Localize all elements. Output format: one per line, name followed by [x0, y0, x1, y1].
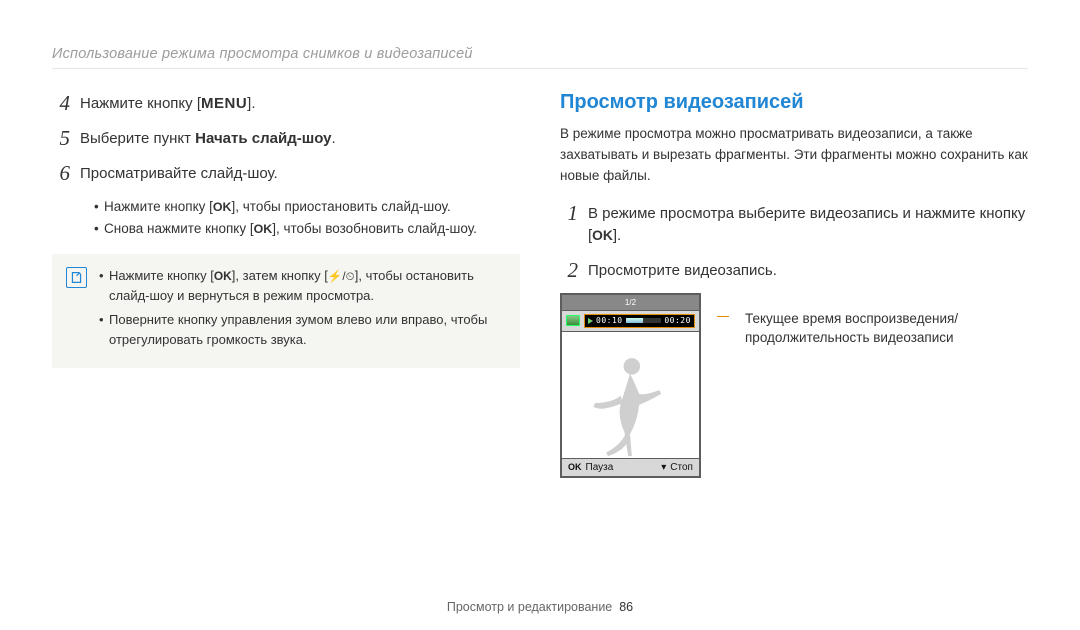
player-titlebar: 1/2: [562, 295, 699, 311]
sub-bullets: Нажмите кнопку [OK], чтобы приостановить…: [52, 196, 520, 240]
step-text: Просмотрите видеозапись.: [588, 260, 777, 283]
note-list: Нажмите кнопку [OK], затем кнопку [⚡/⏲],…: [99, 266, 506, 355]
player-caption-row: 1/2 00:10 00:20: [560, 293, 1028, 478]
progress-track: [626, 318, 662, 323]
play-indicator-icon: [588, 318, 593, 324]
player-footer: OK Пауза ▾ Стоп: [562, 458, 699, 476]
left-column: 4 Нажмите кнопку [MENU]. 5 Выберите пунк…: [52, 91, 520, 478]
section-title: Просмотр видеозаписей: [560, 91, 1028, 114]
flash-timer-glyph: ⚡/⏲: [328, 268, 355, 286]
bullet-item: Нажмите кнопку [OK], чтобы приостановить…: [94, 196, 520, 218]
right-column: Просмотр видеозаписей В режиме просмотра…: [560, 91, 1028, 478]
video-player-mock: 1/2 00:10 00:20: [560, 293, 701, 478]
step-5: 5 Выберите пункт Начать слайд-шоу.: [52, 126, 520, 151]
footer-section: Просмотр и редактирование: [447, 600, 612, 614]
step-2: 2 Просмотрите видеозапись.: [560, 258, 1028, 283]
divider: [52, 68, 1028, 69]
text: ], затем кнопку [: [232, 268, 328, 283]
text: Выберите пункт: [80, 130, 195, 147]
text: Нажмите кнопку [: [109, 268, 214, 283]
ok-glyph: OK: [592, 228, 613, 243]
down-icon: ▾: [661, 462, 666, 473]
step-6: 6 Просматривайте слайд-шоу.: [52, 161, 520, 186]
callout-leader: [717, 316, 729, 317]
callout-caption: Текущее время воспроизведения/продолжите…: [745, 309, 1028, 348]
intro-text: В режиме просмотра можно просматривать в…: [560, 124, 1028, 187]
step-number: 4: [52, 91, 70, 116]
step-number: 6: [52, 161, 70, 186]
ok-glyph: OK: [213, 200, 232, 214]
step-4: 4 Нажмите кнопку [MENU].: [52, 91, 520, 116]
text: ].: [613, 227, 621, 244]
text: ], чтобы возобновить слайд-шоу.: [272, 221, 477, 236]
player-topbar: 00:10 00:20: [562, 311, 699, 332]
ok-glyph: OK: [254, 222, 273, 236]
bold-text: Начать слайд-шоу: [195, 130, 331, 147]
note-icon: [66, 267, 87, 288]
text: Нажмите кнопку [: [80, 95, 201, 112]
step-number: 5: [52, 126, 70, 151]
text: .: [332, 130, 336, 147]
note-box: Нажмите кнопку [OK], затем кнопку [⚡/⏲],…: [52, 254, 520, 369]
step-text: В режиме просмотра выберите видеозапись …: [588, 203, 1028, 248]
time-total: 00:20: [664, 316, 691, 325]
text: Снова нажмите кнопку [: [104, 221, 254, 236]
step-text: Выберите пункт Начать слайд-шоу.: [80, 128, 336, 151]
dancer-silhouette: [575, 348, 685, 458]
clip-counter: 1/2: [625, 298, 636, 307]
ok-glyph: OK: [568, 462, 582, 472]
time-bar: 00:10 00:20: [584, 314, 695, 328]
menu-glyph: MENU: [201, 95, 247, 112]
ok-glyph: OK: [214, 269, 232, 283]
stop-label: Стоп: [670, 462, 693, 473]
page-number: 86: [619, 600, 633, 614]
text: Нажмите кнопку [: [104, 199, 213, 214]
pause-label: Пауза: [586, 462, 614, 473]
bullet-item: Снова нажмите кнопку [OK], чтобы возобно…: [94, 218, 520, 240]
text: В режиме просмотра выберите видеозапись …: [588, 205, 1025, 245]
step-text: Нажмите кнопку [MENU].: [80, 93, 256, 116]
thumbnail-icon: [566, 315, 580, 326]
breadcrumb: Использование режима просмотра снимков и…: [52, 46, 1028, 62]
note-item: Нажмите кнопку [OK], затем кнопку [⚡/⏲],…: [99, 266, 506, 306]
page-footer: Просмотр и редактирование 86: [0, 600, 1080, 614]
player-stage: [562, 332, 699, 458]
step-1: 1 В режиме просмотра выберите видеозапис…: [560, 201, 1028, 248]
step-number: 1: [560, 201, 578, 248]
text: ].: [247, 95, 255, 112]
step-number: 2: [560, 258, 578, 283]
note-item: Поверните кнопку управления зумом влево …: [99, 310, 506, 350]
text: ], чтобы приостановить слайд-шоу.: [232, 199, 451, 214]
progress-fill: [626, 318, 643, 323]
time-current: 00:10: [596, 316, 623, 325]
step-text: Просматривайте слайд-шоу.: [80, 163, 278, 186]
